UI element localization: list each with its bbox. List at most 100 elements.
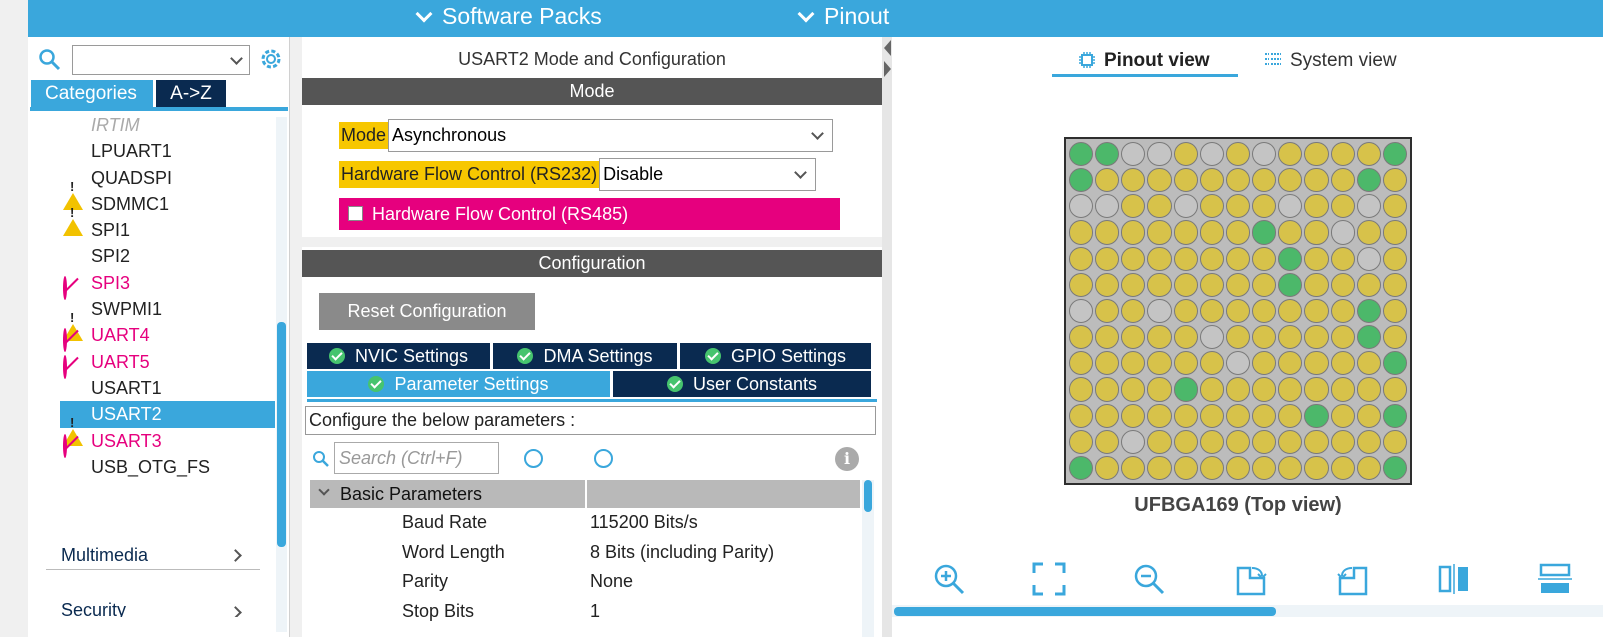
pin[interactable] bbox=[1252, 246, 1277, 271]
pin[interactable] bbox=[1356, 298, 1381, 324]
pin[interactable] bbox=[1199, 272, 1224, 297]
info-icon[interactable]: i bbox=[835, 447, 859, 471]
pin[interactable] bbox=[1095, 168, 1120, 193]
pin[interactable] bbox=[1278, 168, 1303, 193]
pin[interactable] bbox=[1069, 194, 1094, 219]
pin[interactable] bbox=[1095, 325, 1120, 350]
pin[interactable] bbox=[1147, 246, 1172, 271]
category-search-input[interactable] bbox=[72, 45, 250, 75]
pin[interactable] bbox=[1147, 351, 1172, 376]
pin[interactable] bbox=[1147, 377, 1172, 402]
pin[interactable] bbox=[1199, 377, 1224, 402]
list-item-usart3[interactable]: USART3 bbox=[60, 428, 275, 458]
pin[interactable] bbox=[1330, 272, 1355, 297]
pin[interactable] bbox=[1225, 455, 1251, 480]
zoom-out-icon[interactable] bbox=[1132, 562, 1166, 596]
pin[interactable] bbox=[1095, 351, 1120, 376]
pin[interactable] bbox=[1330, 298, 1355, 324]
pin[interactable] bbox=[1252, 325, 1277, 350]
tab-a-z[interactable]: A->Z bbox=[156, 80, 226, 108]
pin[interactable] bbox=[1069, 142, 1094, 167]
pin[interactable] bbox=[1095, 142, 1120, 167]
pin[interactable] bbox=[1069, 220, 1094, 245]
pin[interactable] bbox=[1356, 351, 1381, 376]
pin[interactable] bbox=[1356, 246, 1381, 271]
pin[interactable] bbox=[1304, 325, 1329, 350]
pin[interactable] bbox=[1225, 194, 1251, 219]
pin[interactable] bbox=[1121, 403, 1146, 428]
pin[interactable] bbox=[1095, 429, 1120, 454]
table-row[interactable]: Baud Rate 115200 Bits/s bbox=[310, 508, 860, 538]
pin[interactable] bbox=[1330, 429, 1355, 454]
pin[interactable] bbox=[1252, 168, 1277, 193]
pin[interactable] bbox=[1382, 403, 1407, 428]
pin[interactable] bbox=[1095, 377, 1120, 402]
pin[interactable] bbox=[1330, 325, 1355, 350]
pin[interactable] bbox=[1173, 194, 1198, 219]
pin[interactable] bbox=[1095, 220, 1120, 245]
param-value[interactable]: 8 Bits (including Parity) bbox=[590, 538, 860, 568]
pin[interactable] bbox=[1147, 272, 1172, 297]
pin[interactable] bbox=[1173, 246, 1198, 271]
pin[interactable] bbox=[1304, 272, 1329, 297]
list-item-spi1[interactable]: SPI1 bbox=[60, 217, 275, 243]
pin[interactable] bbox=[1121, 220, 1146, 245]
pin[interactable] bbox=[1121, 455, 1146, 480]
menu-software-packs[interactable]: Software Packs bbox=[415, 3, 602, 30]
pin[interactable] bbox=[1095, 194, 1120, 219]
pin[interactable] bbox=[1330, 220, 1355, 245]
pin[interactable] bbox=[1121, 246, 1146, 271]
pin[interactable] bbox=[1382, 142, 1407, 167]
pin[interactable] bbox=[1121, 142, 1146, 167]
pin[interactable] bbox=[1147, 194, 1172, 219]
pin[interactable] bbox=[1330, 168, 1355, 193]
list-item-usart2[interactable]: USART2 bbox=[60, 401, 275, 447]
pin[interactable] bbox=[1199, 351, 1224, 376]
list-item-spi2[interactable]: SPI2 bbox=[60, 243, 275, 269]
pin[interactable] bbox=[1173, 168, 1198, 193]
pin[interactable] bbox=[1382, 298, 1407, 324]
pin[interactable] bbox=[1069, 351, 1094, 376]
pin[interactable] bbox=[1252, 194, 1277, 219]
pin[interactable] bbox=[1382, 455, 1407, 480]
list-item-uart4[interactable]: UART4 bbox=[60, 322, 275, 353]
tab-dma-settings[interactable]: DMA Settings bbox=[493, 343, 677, 369]
pin[interactable] bbox=[1304, 377, 1329, 402]
pin[interactable] bbox=[1173, 220, 1198, 245]
pin[interactable] bbox=[1252, 142, 1277, 167]
pin[interactable] bbox=[1225, 272, 1251, 297]
hfc-rs485-row[interactable]: Hardware Flow Control (RS485) bbox=[339, 198, 840, 230]
pin[interactable] bbox=[1304, 194, 1329, 219]
pin[interactable] bbox=[1173, 142, 1198, 167]
scrollbar-thumb[interactable] bbox=[864, 480, 872, 512]
pin[interactable] bbox=[1173, 325, 1198, 350]
pin[interactable] bbox=[1225, 246, 1251, 271]
chip-package[interactable] bbox=[1064, 137, 1412, 485]
pin[interactable] bbox=[1330, 142, 1355, 167]
pin[interactable] bbox=[1382, 429, 1407, 454]
flip-horizontal-icon[interactable] bbox=[1437, 562, 1471, 596]
hfc-rs485-checkbox[interactable] bbox=[348, 206, 363, 221]
pin[interactable] bbox=[1147, 142, 1172, 167]
rotate-right-icon[interactable] bbox=[1234, 562, 1268, 596]
pin[interactable] bbox=[1069, 246, 1094, 271]
pin[interactable] bbox=[1252, 220, 1277, 245]
pin[interactable] bbox=[1304, 429, 1329, 454]
tab-parameter-settings[interactable]: Parameter Settings bbox=[307, 371, 610, 397]
pin[interactable] bbox=[1069, 168, 1094, 193]
mode-select[interactable]: Asynchronous bbox=[388, 119, 834, 152]
pin[interactable] bbox=[1252, 455, 1277, 480]
section-multimedia[interactable]: Multimedia bbox=[46, 540, 260, 570]
pin[interactable] bbox=[1225, 168, 1251, 193]
pin[interactable] bbox=[1252, 351, 1277, 376]
pin[interactable] bbox=[1356, 220, 1381, 245]
pin[interactable] bbox=[1278, 194, 1303, 219]
parameter-search-input[interactable]: Search (Ctrl+F) bbox=[334, 442, 499, 474]
pin[interactable] bbox=[1356, 455, 1381, 480]
pin[interactable] bbox=[1330, 455, 1355, 480]
pin[interactable] bbox=[1173, 351, 1198, 376]
pin[interactable] bbox=[1330, 194, 1355, 219]
pin[interactable] bbox=[1225, 220, 1251, 245]
pin[interactable] bbox=[1069, 455, 1094, 480]
gear-icon[interactable] bbox=[258, 46, 284, 72]
